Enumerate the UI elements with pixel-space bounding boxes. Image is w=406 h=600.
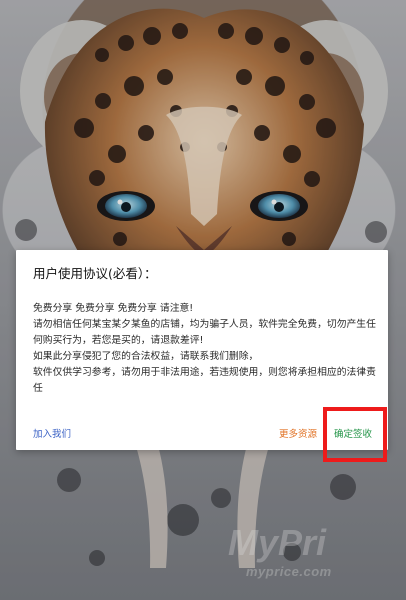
notice-line-4: 软件仅供学习参考，请勿用于非法用途，若违规使用，则您将承担相应的法律责任 [33,367,376,394]
confirm-receipt-button[interactable]: 确定签收 [334,426,372,440]
app-screen: MyPri myprice.com 用户使用协议(必看）： 免费分享 免费分享 … [0,0,406,600]
notice-line-1: 免费分享 免费分享 免费分享 请注意! [33,303,194,314]
dialog-title: 用户使用协议(必看）： [33,266,157,281]
user-agreement-dialog: 用户使用协议(必看）： 免费分享 免费分享 免费分享 请注意! 请勿相信任何某宝… [16,250,388,450]
notice-line-3: 如果此分享侵犯了您的合法权益，请联系我们删除， [33,351,259,362]
dialog-content: 免费分享 免费分享 免费分享 请注意! 请勿相信任何某宝某夕某鱼的店铺，均为骗子… [33,301,379,397]
notice-line-2: 请勿相信任何某宝某夕某鱼的店铺，均为骗子人员，软件完全免费，切勿产生任何购买行为… [33,319,376,346]
more-resources-button[interactable]: 更多资源 [279,426,317,440]
join-us-button[interactable]: 加入我们 [33,426,71,440]
